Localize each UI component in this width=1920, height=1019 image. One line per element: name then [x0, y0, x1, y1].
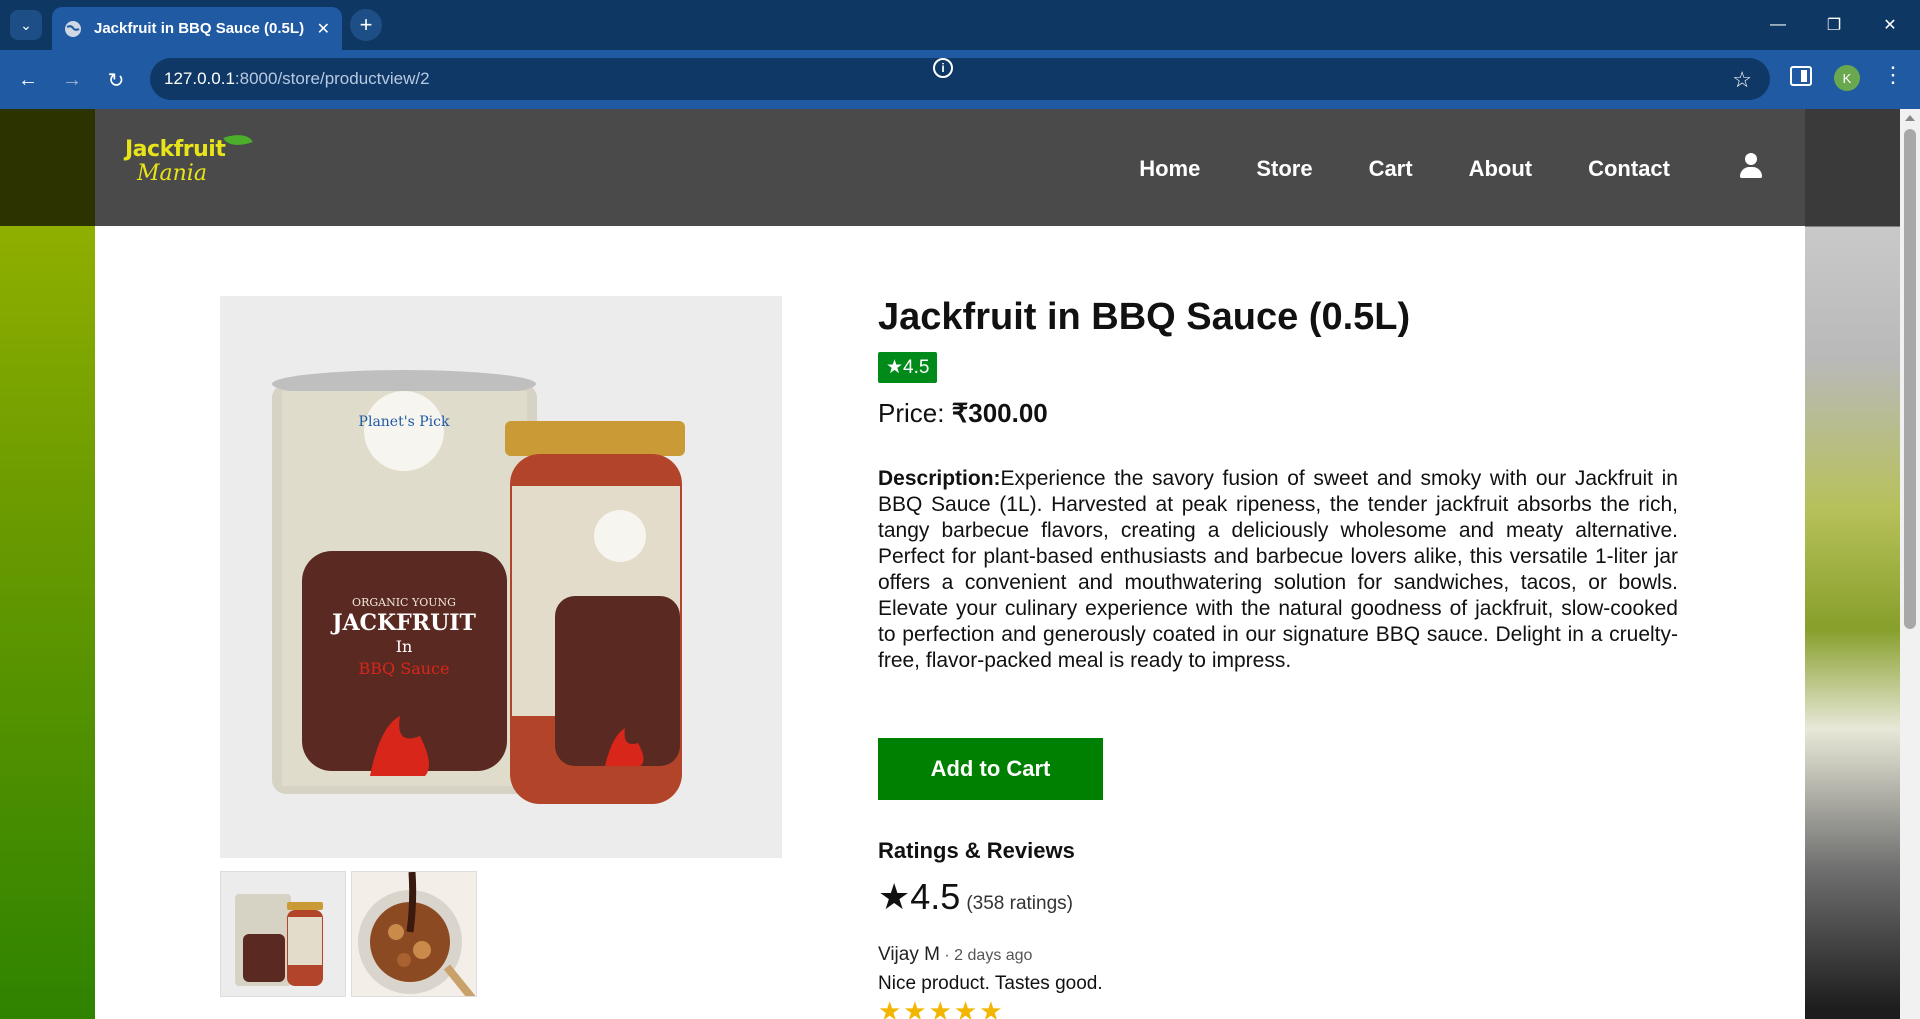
reload-icon[interactable]: ↻	[100, 64, 132, 96]
product-thumbnail-jar[interactable]	[220, 871, 346, 997]
product-title: Jackfruit in BBQ Sauce (0.5L)	[878, 296, 1411, 338]
product-view: Planet's Pick ORGANIC YOUNG JACKFRUIT In…	[95, 226, 1805, 1019]
overall-rating: ★4.5 (358 ratings)	[878, 876, 1073, 918]
ratings-count: (358 ratings)	[966, 893, 1073, 914]
review-author: Vijay M · 2 days ago	[878, 944, 1032, 966]
ratings-reviews-heading: Ratings & Reviews	[878, 838, 1075, 863]
bookmark-star-icon[interactable]: ☆	[1732, 67, 1752, 93]
address-bar: ← → ↻ i 127.0.0.1:8000/store/productview…	[0, 50, 1920, 109]
overall-rating-score: ★4.5	[878, 876, 961, 917]
review-text: Nice product. Tastes good.	[878, 973, 1103, 994]
nav-cart[interactable]: Cart	[1369, 156, 1413, 182]
main-nav: Home Store Cart About Contact	[1139, 156, 1670, 182]
tab-search-icon[interactable]: ⌄	[10, 10, 42, 40]
nav-home[interactable]: Home	[1139, 156, 1200, 182]
url-field[interactable]: i 127.0.0.1:8000/store/productview/2 ☆	[150, 58, 1770, 100]
product-thumbnail-dish[interactable]	[351, 871, 477, 997]
nav-about[interactable]: About	[1469, 156, 1533, 182]
tab-title: Jackfruit in BBQ Sauce (0.5L) (	[94, 20, 309, 37]
price-value: ₹300.00	[951, 398, 1048, 428]
review-time: · 2 days ago	[939, 947, 1033, 964]
nav-contact[interactable]: Contact	[1588, 156, 1670, 182]
review-author-name: Vijay M	[878, 944, 940, 965]
description-label: Description:	[878, 467, 1001, 490]
leaf-icon	[223, 128, 253, 152]
site-logo[interactable]: Jackfruit Mania	[125, 128, 253, 186]
description-text: Experience the savory fusion of sweet an…	[878, 467, 1678, 672]
profile-avatar[interactable]: K	[1834, 65, 1860, 91]
background-image-right	[1805, 109, 1900, 1019]
user-account-icon[interactable]	[1739, 153, 1763, 179]
review-stars: ★★★★★	[878, 996, 1005, 1019]
menu-icon[interactable]: ⋮	[1882, 62, 1904, 88]
restore-icon[interactable]: ❐	[1806, 0, 1862, 50]
rating-badge: ★4.5	[878, 352, 938, 383]
product-image-brand: Planet's Pick	[359, 414, 450, 430]
product-image-line2: JACKFRUIT	[330, 610, 476, 636]
scroll-up-icon[interactable]	[1905, 115, 1915, 121]
product-image-line4: BBQ Sauce	[359, 659, 450, 678]
price-label: Price:	[878, 398, 952, 428]
forward-icon[interactable]: →	[56, 64, 88, 96]
add-to-cart-button[interactable]: Add to Cart	[878, 738, 1103, 800]
product-main-image: Planet's Pick ORGANIC YOUNG JACKFRUIT In…	[220, 296, 782, 858]
back-icon[interactable]: ←	[12, 64, 44, 96]
product-description: Description:Experience the savory fusion…	[878, 466, 1678, 674]
url-host: 127.0.0.1	[164, 69, 235, 88]
url-path: :8000/store/productview/2	[234, 69, 430, 88]
site-info-icon[interactable]: i	[933, 58, 953, 78]
product-image-line3: In	[396, 637, 413, 656]
browser-tab-active[interactable]: Jackfruit in BBQ Sauce (0.5L) ( ✕	[52, 7, 342, 50]
site-navbar: Jackfruit Mania Home Store Cart About Co…	[95, 109, 1805, 226]
minimize-icon[interactable]: —	[1750, 0, 1806, 50]
product-price: Price: ₹300.00	[878, 398, 1048, 429]
product-image-line1: ORGANIC YOUNG	[352, 596, 456, 609]
close-icon[interactable]: ✕	[317, 19, 330, 39]
side-panel-icon[interactable]	[1790, 66, 1812, 86]
scrollbar-thumb[interactable]	[1904, 129, 1916, 629]
browser-tab-bar: ⌄ Jackfruit in BBQ Sauce (0.5L) ( ✕ + — …	[0, 0, 1920, 50]
logo-text-line1: Jackfruit	[125, 137, 226, 162]
new-tab-icon[interactable]: +	[350, 9, 382, 41]
page-scrollbar[interactable]	[1900, 109, 1920, 1019]
globe-icon	[64, 20, 82, 38]
window-close-icon[interactable]: ✕	[1862, 0, 1918, 50]
logo-text-line2: Mania	[137, 161, 207, 186]
page-viewport: Jackfruit Mania Home Store Cart About Co…	[0, 109, 1920, 1019]
nav-store[interactable]: Store	[1256, 156, 1312, 182]
